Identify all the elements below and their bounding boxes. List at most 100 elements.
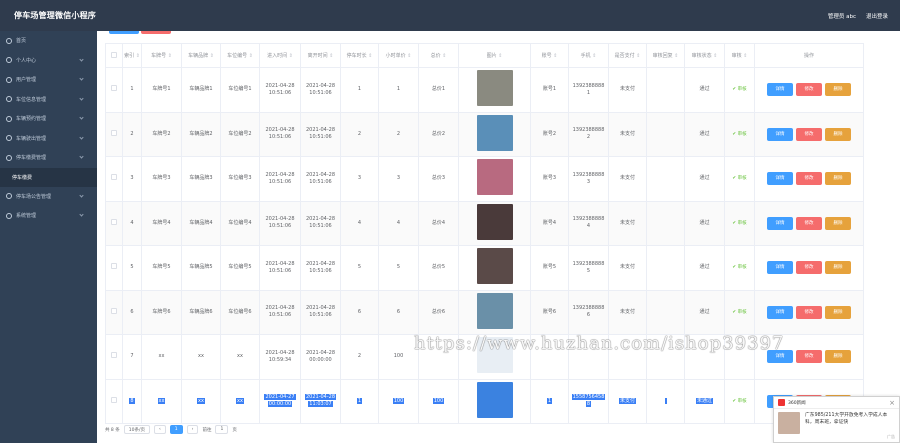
column-header[interactable]: 进入时间 ⇕ [259,43,301,68]
sidebar-item-home[interactable]: 首页 [0,31,97,51]
audit-cell[interactable]: ✔ 审核 [724,67,755,113]
detail-button[interactable]: 详情 [767,305,793,319]
sidebar-item-system[interactable]: 系统管理 [0,206,97,226]
sort-icon[interactable]: ⇕ [247,53,253,59]
column-header[interactable]: 账号 ⇕ [530,43,569,68]
audit-cell[interactable]: ✔ 审核 [724,111,755,157]
column-header[interactable]: 审核 ⇕ [724,43,755,68]
column-header[interactable]: 操作 [754,43,864,68]
row-checkbox-cell[interactable] [105,289,123,335]
sort-icon[interactable]: ⇕ [635,53,640,59]
audit-link[interactable]: ✔ 审核 [732,310,746,315]
row-checkbox[interactable] [111,129,117,136]
add-button[interactable] [109,31,139,34]
sort-icon[interactable]: ⇕ [497,53,502,59]
sort-icon[interactable]: ⇕ [591,53,596,59]
page-size-select[interactable]: 10条/页 [123,425,150,434]
sidebar-item-reservations[interactable]: 车辆预约管理 [0,109,97,129]
prev-page-button[interactable]: ‹ [153,425,166,434]
audit-cell[interactable]: ✔ 审核 [724,156,755,202]
row-checkbox-cell[interactable] [105,111,123,157]
edit-button[interactable]: 修改 [796,127,822,141]
row-checkbox[interactable] [111,174,117,181]
sort-icon[interactable]: ⇕ [134,53,140,59]
sort-icon[interactable]: ⇕ [673,53,678,59]
audit-link[interactable]: ✔ 审核 [732,176,746,181]
delete-button[interactable]: 删除 [825,127,851,141]
delete-button[interactable]: 删除 [825,216,851,230]
logout-link[interactable]: 退出登录 [866,12,888,20]
table-row[interactable]: 1 车牌号1 车辆品牌1 车位编号1 2021-04-28 10:51:06 2021-04… [105,67,864,113]
audit-cell[interactable]: ✔ 审核 [724,289,755,335]
column-header[interactable]: 是否支付 ⇕ [608,43,647,68]
row-checkbox[interactable] [111,218,117,225]
row-checkbox[interactable] [111,352,117,359]
sort-icon[interactable]: ⇕ [712,53,717,59]
audit-link[interactable]: ✔ 审核 [732,132,746,137]
sidebar-item-profile[interactable]: 个人中心 [0,51,97,71]
audit-link[interactable]: ✔ 审核 [732,87,746,92]
delete-button[interactable]: 删除 [825,350,851,364]
delete-button[interactable]: 删除 [825,172,851,186]
next-page-button[interactable]: › [186,425,199,434]
row-checkbox-cell[interactable] [105,378,123,424]
current-page[interactable]: 1 [169,425,183,434]
sort-icon[interactable]: ⇕ [367,53,372,59]
close-icon[interactable]: × [889,399,895,407]
edit-button[interactable]: 修改 [796,261,822,275]
row-checkbox[interactable] [111,396,117,403]
audit-cell[interactable]: ✔ 审核 [724,378,755,424]
audit-link[interactable]: ✔ 审核 [732,265,746,270]
sort-icon[interactable]: ⇕ [742,53,747,59]
sort-icon[interactable]: ⇕ [208,53,214,59]
edit-button[interactable]: 修改 [796,216,822,230]
row-checkbox[interactable] [111,263,117,270]
delete-button[interactable]: 删除 [825,261,851,275]
table-row[interactable]: 5 车牌号5 车辆品牌5 车位编号5 2021-04-28 10:51:06 2021-04… [105,245,864,291]
sidebar-subitem-payment[interactable]: 停车缴费 [0,167,97,187]
row-checkbox-cell[interactable] [105,156,123,202]
delete-button[interactable]: 删除 [825,305,851,319]
sidebar-item-notices[interactable]: 停车场公告管理 [0,187,97,207]
column-header[interactable]: 索引 ⇕ [122,43,142,68]
column-header[interactable]: 车位编号 ⇕ [220,43,260,68]
edit-button[interactable]: 修改 [796,350,822,364]
sidebar-item-exits[interactable]: 车辆驶出管理 [0,129,97,149]
table-row[interactable]: 2 车牌号2 车辆品牌2 车位编号2 2021-04-28 10:51:06 2021-04… [105,111,864,157]
news-popup[interactable]: 360新闻 × 广东985/211大学开放免考入学成人本科，周末班，拿证快 广告 [773,396,900,443]
detail-button[interactable]: 详情 [767,216,793,230]
column-header[interactable]: 车牌号 ⇕ [141,43,182,68]
sidebar-item-slots[interactable]: 车位信息管理 [0,90,97,110]
select-all-checkbox[interactable] [111,51,117,58]
column-header[interactable]: 总价 ⇕ [418,43,459,68]
row-checkbox[interactable] [111,307,117,314]
audit-cell[interactable]: ✔ 审核 [724,245,755,291]
column-header[interactable]: 审核回复 ⇕ [646,43,685,68]
row-checkbox[interactable] [111,85,117,92]
edit-button[interactable]: 修改 [796,305,822,319]
detail-button[interactable]: 详情 [767,127,793,141]
row-checkbox-cell[interactable] [105,200,123,246]
table-row[interactable]: 8 xx xx xx 2021-04-27 00:00:00 2021-04-28 11:03… [105,378,864,424]
sidebar-item-users[interactable]: 用户管理 [0,70,97,90]
column-header[interactable]: 离开时间 ⇕ [300,43,341,68]
detail-button[interactable]: 详情 [767,83,793,97]
column-header[interactable]: 停车时长 ⇕ [340,43,379,68]
row-checkbox-cell[interactable] [105,334,123,380]
batch-delete-button[interactable] [141,31,171,34]
column-header[interactable]: 车辆品牌 ⇕ [181,43,221,68]
audit-cell[interactable]: ✔ 审核 [724,200,755,246]
column-header[interactable]: 图片 ⇕ [458,43,531,68]
edit-button[interactable]: 修改 [796,172,822,186]
column-header[interactable]: 审核状态 ⇕ [684,43,725,68]
edit-button[interactable]: 修改 [796,83,822,97]
sort-icon[interactable]: ⇕ [328,53,333,59]
sort-icon[interactable]: ⇕ [441,53,446,59]
goto-page-input[interactable]: 1 [215,425,229,434]
delete-button[interactable]: 删除 [825,83,851,97]
row-checkbox-cell[interactable] [105,67,123,113]
detail-button[interactable]: 详情 [767,261,793,275]
select-all-checkbox-cell[interactable] [105,43,123,68]
column-header[interactable]: 小时单价 ⇕ [378,43,419,68]
table-row[interactable]: 4 车牌号4 车辆品牌4 车位编号4 2021-04-28 10:51:06 2021-04… [105,200,864,246]
